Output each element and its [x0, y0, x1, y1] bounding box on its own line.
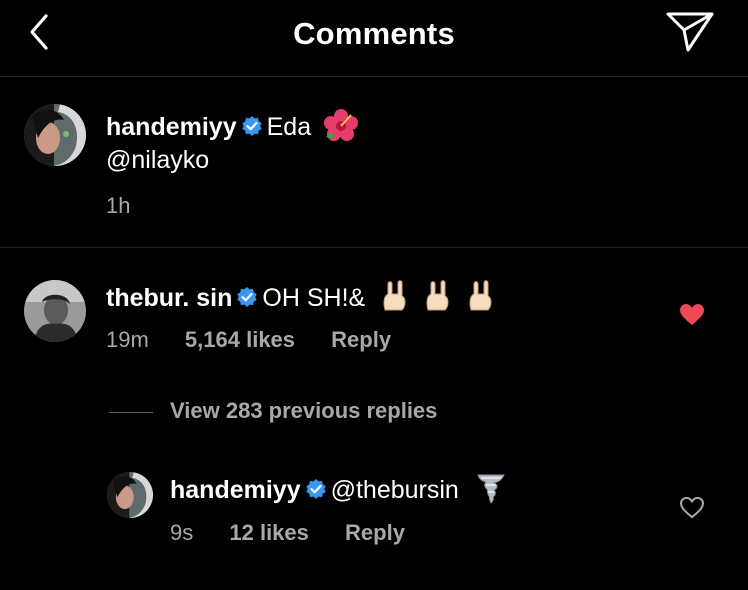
caption-line: handemiyy Eda [106, 109, 359, 142]
avatar[interactable] [107, 472, 153, 518]
verified-badge-icon [305, 479, 326, 499]
reply-line: handemiyy @thebursin [170, 472, 506, 505]
caption-block: handemiyy Eda @nilayko 1h [0, 77, 748, 248]
tornado-emoji-icon [477, 474, 505, 504]
hibiscus-emoji-icon [324, 109, 359, 141]
reply-button[interactable]: Reply [331, 327, 391, 352]
comment-text: OH SH!& [262, 284, 366, 312]
likes-count[interactable]: 12 likes [229, 520, 309, 545]
page-title: Comments [293, 16, 455, 51]
replies-divider [109, 412, 153, 413]
paper-plane-icon [666, 12, 714, 52]
avatar[interactable] [24, 280, 86, 342]
caption-text: Eda [266, 113, 312, 141]
view-previous-replies-button[interactable]: View 283 previous replies [170, 398, 437, 424]
comment-line: thebur. sin OH SH!& [106, 280, 496, 313]
reply-meta: 9s 12 likes Reply [170, 520, 405, 546]
comment-timestamp: 19m [106, 327, 149, 352]
sign-of-the-horns-emoji-icon [380, 280, 496, 313]
verified-badge-icon [241, 116, 262, 136]
comment-meta: 19m 5,164 likes Reply [106, 327, 391, 353]
heart-filled-icon[interactable] [679, 303, 705, 327]
send-button[interactable] [664, 8, 716, 54]
username[interactable]: thebur. sin [106, 284, 232, 312]
caption-timestamp: 1h [106, 193, 131, 218]
username[interactable]: handemiyy [170, 476, 301, 504]
avatar[interactable] [24, 104, 86, 166]
heart-outline-icon[interactable] [680, 497, 704, 519]
username[interactable]: handemiyy [106, 113, 237, 141]
header-bar: Comments [0, 0, 748, 77]
reply-text[interactable]: @thebursin [331, 476, 459, 504]
verified-badge-icon [237, 287, 258, 307]
reply-button[interactable]: Reply [345, 520, 405, 545]
caption-mention[interactable]: @nilayko [106, 145, 209, 175]
reply-timestamp: 9s [170, 520, 194, 545]
likes-count[interactable]: 5,164 likes [185, 327, 295, 352]
